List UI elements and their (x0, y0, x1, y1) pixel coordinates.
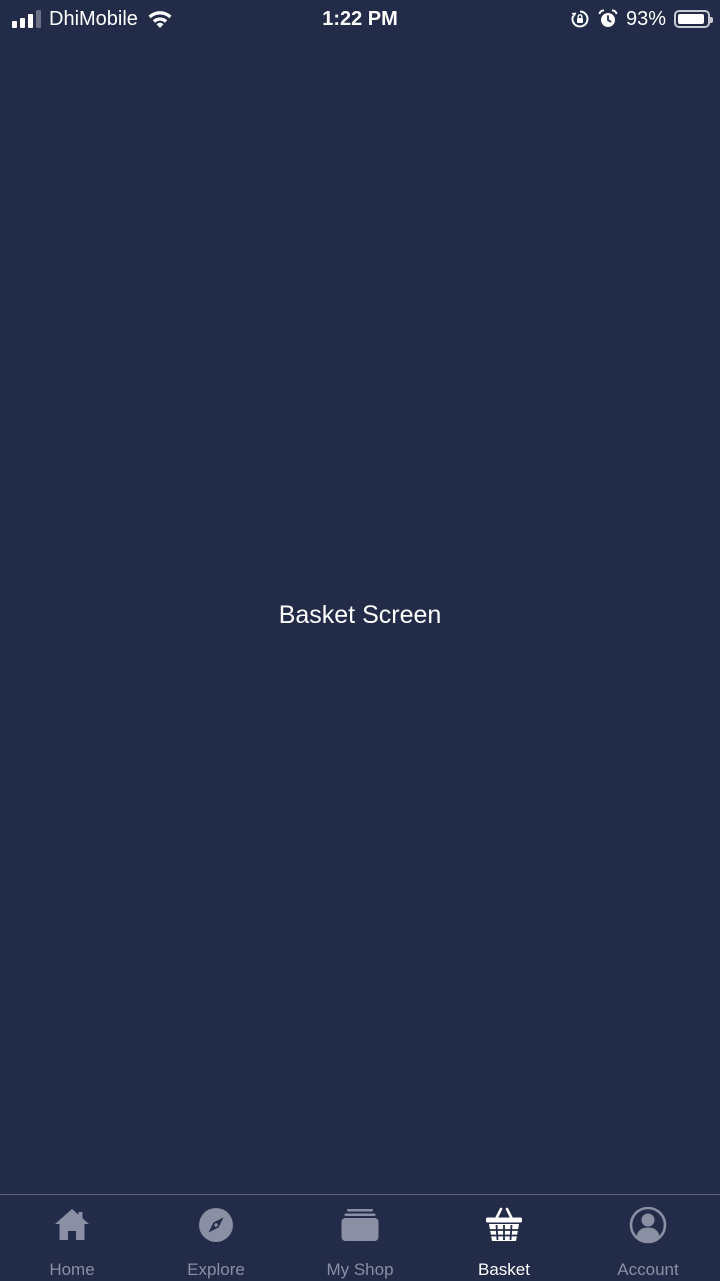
tab-label: My Shop (326, 1260, 394, 1279)
tab-label: Basket (478, 1260, 530, 1279)
shop-icon (341, 1209, 379, 1241)
screen-title: Basket Screen (278, 601, 442, 629)
tab-label: Home (49, 1260, 95, 1279)
tab-my-shop[interactable]: My Shop (288, 1195, 432, 1280)
tab-explore[interactable]: Explore (144, 1195, 288, 1280)
tab-label: Explore (187, 1260, 245, 1279)
rotation-lock-icon (571, 10, 589, 28)
status-bar: DhiMobile 1:22 PM 93% (0, 0, 720, 40)
battery-percent: 93% (625, 8, 666, 30)
tab-account[interactable]: Account (576, 1195, 720, 1280)
alarm-icon (598, 9, 618, 27)
home-icon (55, 1209, 89, 1240)
tab-basket[interactable]: Basket (432, 1195, 576, 1280)
status-right: 93% (570, 5, 713, 33)
account-icon (629, 1206, 667, 1244)
basket-icon (486, 1207, 522, 1241)
compass-icon (199, 1208, 233, 1242)
tab-bar: Home Explore My Shop Basket Account (0, 1194, 720, 1280)
tab-home[interactable]: Home (0, 1195, 144, 1280)
battery-icon (674, 10, 713, 28)
tab-label: Account (617, 1260, 679, 1279)
